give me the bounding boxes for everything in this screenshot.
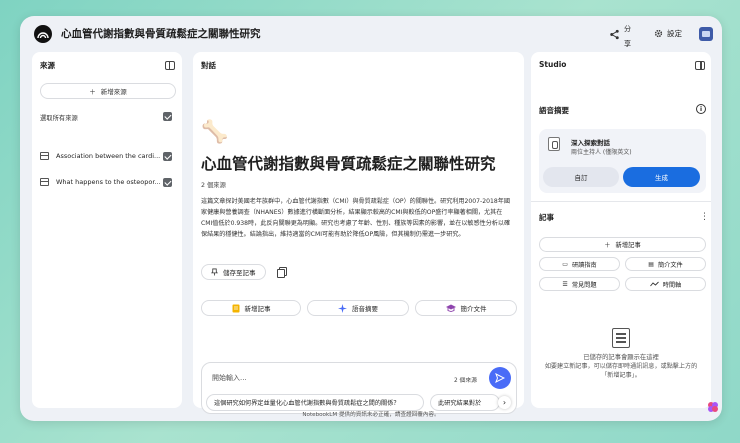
avatar[interactable] xyxy=(699,27,713,41)
footer-disclaimer: NotebookLM 提供的資訊未必正確，請查證回覆內容。 xyxy=(302,412,440,418)
select-all-checkbox[interactable] xyxy=(163,112,172,121)
customize-button[interactable]: 自訂 xyxy=(543,167,619,187)
share-button[interactable]: 分 享 xyxy=(609,22,639,48)
settings-button[interactable]: 設定 xyxy=(654,28,682,39)
save-to-note-label: 儲存至記事 xyxy=(223,269,256,277)
gear-icon xyxy=(654,29,663,38)
notebook-title[interactable]: 心血管代謝指數與骨質疏鬆症之關聯性研究 xyxy=(61,26,261,41)
sources-panel-title: 來源 xyxy=(40,61,55,70)
chat-panel: 對話 🦴 心血管代謝指數與骨質疏鬆症之關聯性研究 2 個來源 這篇文章探討美國老… xyxy=(193,52,524,414)
share-label: 享 xyxy=(624,40,631,48)
add-source-button[interactable]: ＋ 新增來源 xyxy=(40,83,176,99)
source-checkbox[interactable] xyxy=(163,152,172,161)
notebook-heading: 心血管代謝指數與骨質疏鬆症之關聯性研究 xyxy=(201,155,496,173)
studio-panel-title: Studio xyxy=(539,60,567,69)
copy-icon[interactable] xyxy=(277,267,287,278)
sparkle-icon xyxy=(338,303,347,313)
send-button[interactable] xyxy=(489,367,511,389)
audio-overview-description: 兩位主持人 (僅限英文) xyxy=(571,149,632,156)
audio-overview-card: 深入探索對話 兩位主持人 (僅限英文) 自訂 生成 xyxy=(539,129,706,193)
generate-button[interactable]: 生成 xyxy=(623,167,700,187)
sources-panel: 來源 ＋ 新增來源 選取所有來源 Association between the… xyxy=(32,52,182,408)
study-guide-button[interactable]: ▭ 研讀指南 xyxy=(539,257,620,271)
studio-panel: Studio 語音摘要 i 深入探索對話 兩位主持人 (僅限英文) 自訂 生成 … xyxy=(531,52,711,408)
notes-empty-title: 已儲存的記事會顯示在這裡 xyxy=(583,354,659,361)
timeline-label: 時間軸 xyxy=(662,281,682,289)
faq-button[interactable]: ☰ 常見問題 xyxy=(539,277,620,291)
settings-label: 設定 xyxy=(667,29,682,38)
notebook-emoji: 🦴 xyxy=(201,120,229,145)
faq-icon: ☰ xyxy=(562,280,568,288)
note-icon xyxy=(232,304,239,312)
notes-empty-icon xyxy=(612,328,630,348)
faq-label: 常見問題 xyxy=(571,281,597,289)
composer-source-count: 2 個來源 xyxy=(454,378,477,384)
add-note-chip-label: 新增記事 xyxy=(244,305,271,313)
audio-overview-chip-label: 語音摘要 xyxy=(352,305,378,313)
select-all-label: 選取所有來源 xyxy=(40,115,78,122)
graduation-cap-icon xyxy=(445,304,456,312)
suggested-question[interactable]: 這個研究如何界定並量化心血管代謝指數與骨質疏鬆症之間的關係？ xyxy=(206,394,424,411)
plus-icon: ＋ xyxy=(604,242,611,249)
briefing-doc-label: 簡介文件 xyxy=(657,261,683,269)
audio-overview-name: 深入探索對話 xyxy=(571,139,610,147)
chat-input[interactable]: 開始輸入... xyxy=(212,373,247,383)
add-note-button[interactable]: ＋ 新增記事 xyxy=(539,237,706,252)
chevron-right-icon[interactable]: › xyxy=(498,396,511,409)
save-to-note-button[interactable]: 儲存至記事 xyxy=(201,264,266,280)
document-icon xyxy=(40,152,49,160)
timeline-button[interactable]: 時間軸 xyxy=(625,277,706,291)
info-icon[interactable]: i xyxy=(696,104,706,114)
briefing-doc-button[interactable]: ▤ 簡介文件 xyxy=(625,257,706,271)
source-item[interactable]: What happens to the osteopor... xyxy=(40,177,160,189)
chat-composer: 開始輸入... 2 個來源 這個研究如何界定並量化心血管代謝指數與骨質疏鬆症之間… xyxy=(201,362,517,414)
add-note-chip[interactable]: 新增記事 xyxy=(201,300,301,316)
sparkle-icon[interactable] xyxy=(707,401,719,413)
share-icon xyxy=(610,29,619,40)
pin-icon xyxy=(211,268,218,276)
source-checkbox[interactable] xyxy=(163,178,172,187)
top-bar: 心血管代謝指數與骨質疏鬆症之關聯性研究 分 享 設定 xyxy=(20,16,722,52)
briefing-doc-chip-label: 簡介文件 xyxy=(460,305,487,313)
add-source-label: 新增來源 xyxy=(100,88,127,96)
add-note-label: 新增記事 xyxy=(615,242,641,249)
share-label: 分 xyxy=(624,25,631,33)
source-item[interactable]: Association between the cardi... xyxy=(40,151,160,163)
notebook-summary: 這篇文章探討美國老年族群中，心血管代謝指數（CMI）與骨質疏鬆症（OP）的關聯性… xyxy=(201,198,511,238)
document-icon: ▤ xyxy=(648,260,654,268)
timeline-icon xyxy=(649,281,659,287)
suggested-question[interactable]: 此研究結果對於 xyxy=(430,394,500,411)
briefing-doc-chip[interactable]: 簡介文件 xyxy=(415,300,517,316)
notebooklm-logo-icon[interactable] xyxy=(34,25,52,43)
notes-empty-description: 如要建立新記事，可以儲存即時通訊訊息，或點擊上方的「新增記事」。 xyxy=(544,363,698,379)
audio-overview-title: 語音摘要 xyxy=(539,106,569,115)
plus-icon: ＋ xyxy=(89,88,96,96)
source-item-label: Association between the cardi... xyxy=(56,152,160,160)
audio-overview-chip[interactable]: 語音摘要 xyxy=(307,300,409,316)
chat-panel-title: 對話 xyxy=(201,61,216,70)
source-item-label: What happens to the osteopor... xyxy=(56,178,160,186)
study-guide-icon: ▭ xyxy=(562,260,568,268)
study-guide-label: 研讀指南 xyxy=(571,261,597,269)
send-icon xyxy=(495,373,505,383)
collapse-panel-icon[interactable] xyxy=(695,61,705,70)
divider xyxy=(531,201,711,202)
notes-section-title: 記事 xyxy=(539,213,554,222)
collapse-panel-icon[interactable] xyxy=(165,61,175,70)
source-count: 2 個來源 xyxy=(201,182,226,189)
more-vert-icon[interactable]: ⋮ xyxy=(700,213,709,222)
audio-file-icon xyxy=(548,137,560,151)
document-icon xyxy=(40,178,49,186)
app-window: 心血管代謝指數與骨質疏鬆症之關聯性研究 分 享 設定 來源 ＋ 新增來源 選取所… xyxy=(20,16,722,421)
